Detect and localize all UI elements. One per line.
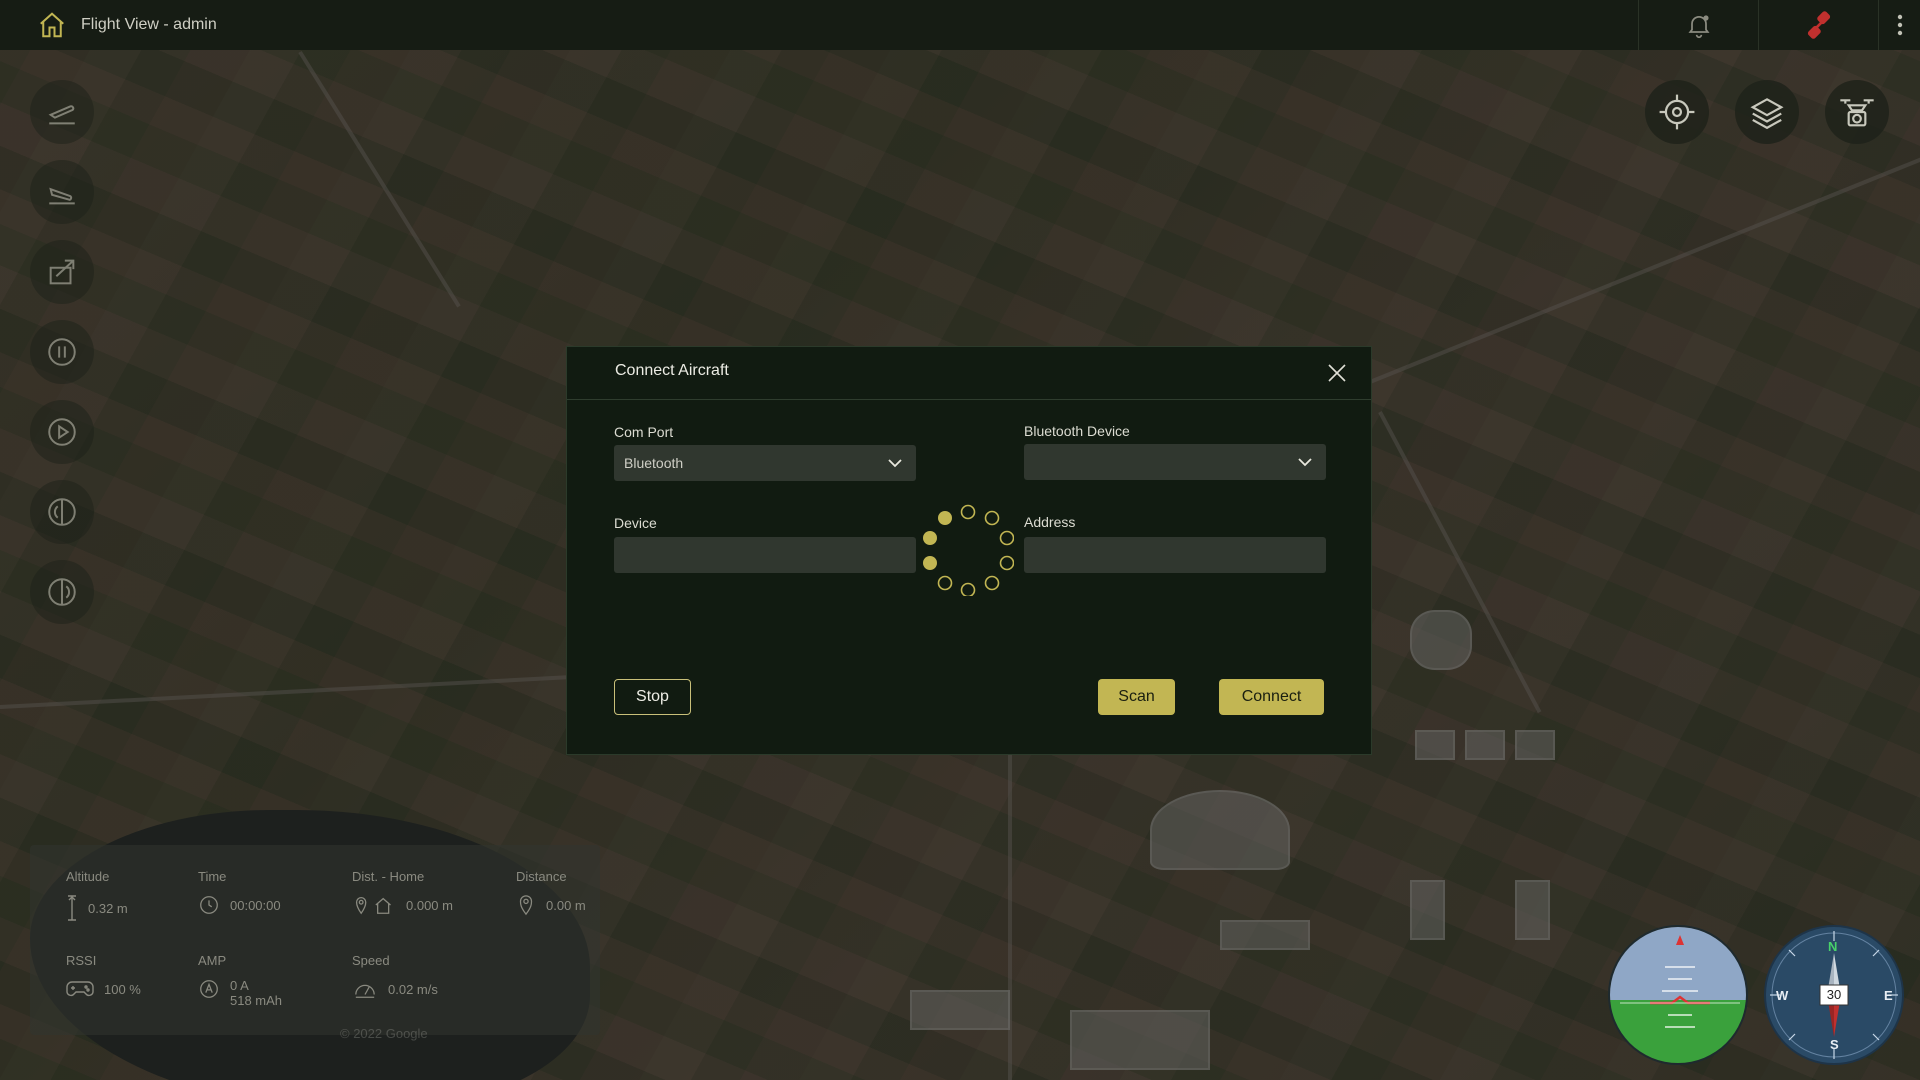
kebab-menu-icon bbox=[1897, 14, 1902, 36]
compass-east: E bbox=[1884, 988, 1893, 1003]
land-button[interactable] bbox=[30, 160, 94, 224]
speed-value: 0.02 m/s bbox=[388, 981, 438, 997]
compass-indicator: N E S W 30 bbox=[1764, 925, 1904, 1065]
page-title: Flight View - admin bbox=[81, 16, 217, 33]
takeoff-icon bbox=[48, 105, 75, 125]
compass-north: N bbox=[1828, 939, 1838, 954]
close-icon[interactable] bbox=[1325, 361, 1349, 385]
com-port-label: Com Port bbox=[614, 424, 674, 440]
attitude-markings bbox=[1620, 935, 1740, 1028]
bluetooth-device-label: Bluetooth Device bbox=[1024, 423, 1130, 439]
drone-camera-button[interactable] bbox=[1825, 80, 1889, 144]
land-icon bbox=[49, 187, 75, 205]
dist-home-cell: Dist. - Home 0.000 m bbox=[352, 869, 453, 916]
drone-camera-icon bbox=[1840, 99, 1874, 127]
compass-south: S bbox=[1830, 1037, 1839, 1052]
chevron-down-icon bbox=[888, 459, 902, 468]
pause-button[interactable] bbox=[30, 320, 94, 384]
loading-spinner bbox=[923, 504, 1014, 596]
rotate-right-button[interactable] bbox=[30, 560, 94, 624]
device-label: Device bbox=[614, 515, 657, 531]
rssi-cell: RSSI 100 % bbox=[66, 953, 141, 1000]
return-to-launch-button[interactable] bbox=[30, 240, 94, 304]
notifications-button[interactable] bbox=[1638, 0, 1758, 50]
amp-capacity-value: 518 mAh bbox=[230, 993, 283, 1008]
rssi-label: RSSI bbox=[66, 953, 97, 968]
compass-heading-value: 30 bbox=[1826, 987, 1842, 1002]
dist-home-label: Dist. - Home bbox=[352, 869, 425, 884]
bluetooth-device-select[interactable] bbox=[1024, 444, 1326, 480]
rssi-value: 100 % bbox=[104, 981, 141, 997]
rotate-left-button[interactable] bbox=[30, 480, 94, 544]
amp-cell: AMP 0 A 518 mAh bbox=[198, 953, 282, 1008]
device-field[interactable] bbox=[614, 537, 916, 573]
pin-home-icon bbox=[355, 897, 391, 915]
time-cell: Time 00:00:00 bbox=[198, 869, 281, 916]
compass-west: W bbox=[1776, 988, 1789, 1003]
amp-current-value: 0 A bbox=[230, 978, 249, 993]
chevron-down-icon bbox=[1298, 458, 1312, 467]
amp-label: AMP bbox=[198, 953, 227, 968]
altitude-cell: Altitude 0.32 m bbox=[66, 869, 128, 922]
clock-icon bbox=[200, 896, 218, 914]
return-to-launch-icon bbox=[49, 259, 75, 285]
attitude-indicator bbox=[1608, 925, 1748, 1065]
altitude-label: Altitude bbox=[66, 869, 110, 884]
locate-button[interactable] bbox=[1645, 80, 1709, 144]
rotate-right-icon bbox=[48, 578, 76, 606]
connection-status-button[interactable] bbox=[1758, 0, 1878, 50]
speed-cell: Speed 0.02 m/s bbox=[352, 953, 438, 1000]
connect-button[interactable]: Connect bbox=[1219, 679, 1324, 715]
stop-button[interactable]: Stop bbox=[614, 679, 691, 715]
menu-button[interactable] bbox=[1878, 0, 1920, 50]
rotate-left-icon bbox=[48, 498, 76, 526]
home-icon[interactable] bbox=[37, 10, 67, 40]
speedometer-icon bbox=[355, 984, 375, 998]
com-port-select[interactable]: Bluetooth bbox=[614, 445, 916, 481]
gamepad-icon bbox=[66, 981, 94, 997]
scan-button[interactable]: Scan bbox=[1098, 679, 1175, 715]
play-button[interactable] bbox=[30, 400, 94, 464]
com-port-value: Bluetooth bbox=[624, 455, 684, 471]
speed-label: Speed bbox=[352, 953, 390, 968]
ampere-icon bbox=[200, 980, 218, 998]
crosshair-icon bbox=[1659, 94, 1695, 130]
telemetry-panel: Altitude 0.32 m Time 00:00:00 Dist. - Ho… bbox=[30, 845, 600, 1035]
altitude-icon bbox=[68, 895, 76, 921]
address-field[interactable] bbox=[1024, 537, 1326, 573]
time-value: 00:00:00 bbox=[230, 897, 281, 913]
time-label: Time bbox=[198, 869, 227, 884]
flight-control-rail bbox=[30, 80, 94, 640]
bell-icon bbox=[1688, 15, 1709, 39]
pause-icon bbox=[48, 338, 76, 366]
play-icon bbox=[48, 418, 76, 446]
address-label: Address bbox=[1024, 514, 1076, 530]
distance-value: 0.00 m bbox=[546, 897, 586, 913]
takeoff-button[interactable] bbox=[30, 80, 94, 144]
dialog-title: Connect Aircraft bbox=[615, 362, 729, 379]
top-bar: Flight View - admin bbox=[0, 0, 1920, 50]
dist-home-value: 0.000 m bbox=[406, 897, 453, 913]
distance-cell: Distance 0.00 m bbox=[516, 869, 586, 916]
disconnected-link-icon bbox=[1807, 11, 1830, 39]
altitude-value: 0.32 m bbox=[88, 900, 128, 916]
dialog-header: Connect Aircraft bbox=[567, 347, 1371, 400]
map-layers-button[interactable] bbox=[1735, 80, 1799, 144]
map-pin-icon bbox=[519, 895, 533, 916]
map-attribution: © 2022 Google bbox=[340, 1026, 428, 1041]
layers-icon bbox=[1750, 98, 1784, 130]
distance-label: Distance bbox=[516, 869, 567, 884]
